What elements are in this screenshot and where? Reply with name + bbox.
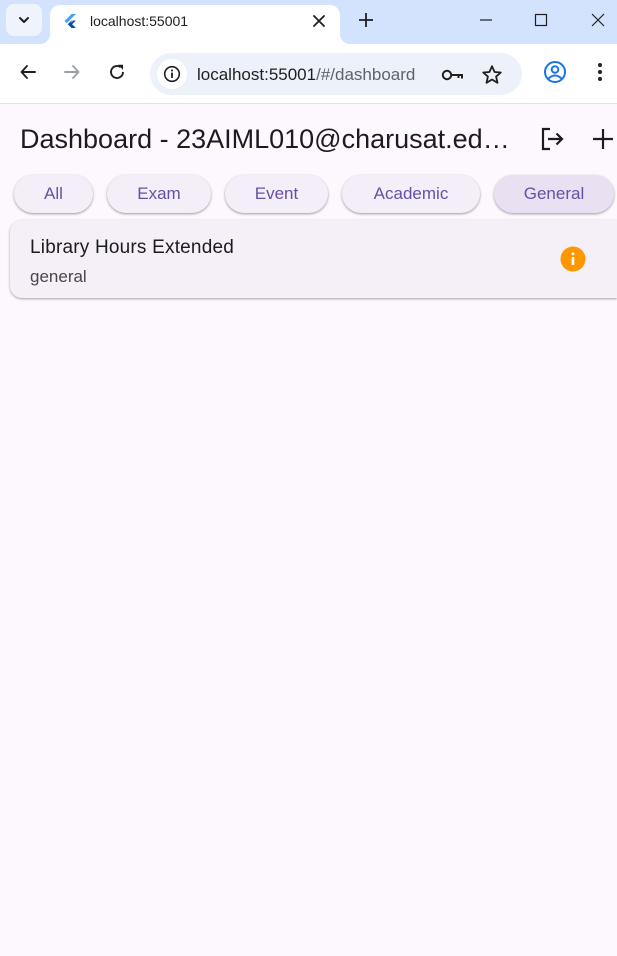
info-outline-icon	[163, 65, 181, 83]
reload-button[interactable]	[103, 58, 131, 86]
close-icon	[313, 15, 325, 27]
filter-chip-academic[interactable]: Academic	[342, 175, 480, 213]
url-path: /#/dashboard	[316, 65, 416, 84]
arrow-left-icon	[20, 65, 36, 79]
page-title: Dashboard - 23AIML010@charusat.edu.in	[20, 124, 510, 154]
url-text: localhost:55001/#/dashboard	[197, 65, 415, 84]
filter-chip-general[interactable]: General	[494, 175, 614, 213]
plus-icon	[593, 129, 613, 149]
chevron-down-icon	[19, 17, 29, 23]
site-info-button[interactable]	[157, 59, 187, 89]
close-icon	[591, 13, 605, 27]
notice-card[interactable]: Library Hours Extended general	[10, 220, 617, 298]
reload-icon	[110, 64, 124, 79]
notice-category: general	[30, 267, 87, 286]
star-icon	[482, 65, 502, 84]
tab-title: localhost:55001	[90, 13, 189, 29]
more-vert-icon	[598, 63, 602, 81]
bookmark-button[interactable]	[480, 63, 504, 87]
profile-button[interactable]	[541, 58, 569, 86]
notice-title: Library Hours Extended	[30, 237, 235, 258]
forward-button[interactable]	[58, 58, 86, 86]
filter-chip-all[interactable]: All	[14, 175, 93, 213]
password-manager-button[interactable]	[440, 63, 464, 87]
maximize-button[interactable]	[521, 2, 561, 38]
app-content: Dashboard - 23AIML010@charusat.edu.in Al…	[0, 104, 617, 956]
account-circle-icon	[544, 61, 566, 83]
browser-toolbar: localhost:55001/#/dashboard	[0, 44, 617, 104]
address-bar[interactable]: localhost:55001/#/dashboard	[150, 53, 522, 95]
new-tab-button[interactable]	[352, 6, 380, 34]
browser-tab[interactable]: localhost:55001	[50, 5, 340, 44]
info-icon	[560, 246, 586, 272]
arrow-right-icon	[64, 65, 80, 79]
logout-icon	[541, 127, 564, 151]
add-notice-button[interactable]	[586, 122, 617, 156]
tab-close-button[interactable]	[308, 10, 330, 32]
browser-menu-button[interactable]	[586, 58, 614, 86]
window-close-button[interactable]	[578, 2, 617, 38]
tab-search-button[interactable]	[6, 4, 42, 36]
flutter-icon	[64, 14, 76, 28]
minimize-icon	[480, 19, 492, 21]
back-button[interactable]	[14, 58, 42, 86]
filter-chip-exam[interactable]: Exam	[107, 175, 211, 213]
maximize-icon	[534, 13, 548, 27]
plus-icon	[359, 13, 373, 27]
url-host: localhost:55001	[197, 65, 317, 84]
filter-chip-event[interactable]: Event	[225, 175, 328, 213]
tab-strip: localhost:55001	[0, 0, 617, 44]
minimize-button[interactable]	[466, 2, 506, 38]
logout-button[interactable]	[535, 122, 569, 156]
key-icon	[441, 69, 463, 81]
